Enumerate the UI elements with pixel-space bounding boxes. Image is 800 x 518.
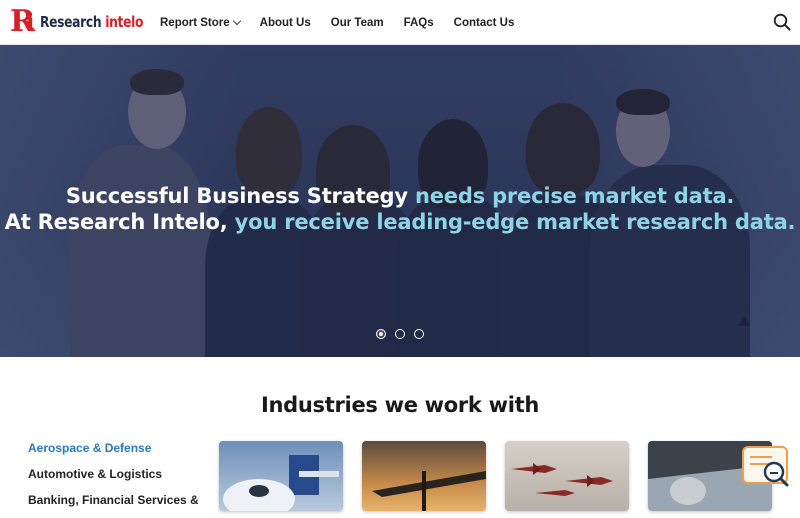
search-icon[interactable] xyxy=(773,13,791,31)
nav-faqs[interactable]: FAQs xyxy=(404,17,434,29)
chevron-down-icon xyxy=(232,16,241,26)
nav-report-store[interactable]: Report Store xyxy=(160,16,241,29)
fighter-jets-image[interactable] xyxy=(505,441,629,511)
carousel-dots xyxy=(376,329,433,339)
hero-carousel: Successful Business Strategy needs preci… xyxy=(0,45,800,357)
logo-text: Research intelo xyxy=(40,13,144,31)
research-intelo-logo[interactable]: Ri Research intelo xyxy=(10,4,166,40)
industry-automotive-logistics[interactable]: Automotive & Logistics xyxy=(28,466,198,492)
industry-aerospace-defense[interactable]: Aerospace & Defense xyxy=(28,440,198,466)
industry-list: Aerospace & Defense Automotive & Logisti… xyxy=(28,440,198,518)
hero-headline-line2: At Research Intelo, you receive leading-… xyxy=(4,210,796,234)
nav-contact-us[interactable]: Contact Us xyxy=(454,17,515,29)
site-header: Ri Research intelo Report Store About Us… xyxy=(0,0,800,45)
airplane-image[interactable] xyxy=(219,441,343,511)
carousel-dot-3[interactable] xyxy=(414,329,424,339)
industries-title: Industries we work with xyxy=(261,393,539,417)
scroll-arrow-icon xyxy=(738,316,750,326)
industry-banking-financial[interactable]: Banking, Financial Services & xyxy=(28,492,198,518)
nav-report-store-label: Report Store xyxy=(160,16,230,29)
nav-about-us[interactable]: About Us xyxy=(260,17,311,29)
nav-our-team[interactable]: Our Team xyxy=(331,17,384,29)
hero-headline-line1: Successful Business Strategy needs preci… xyxy=(65,184,735,208)
chat-search-icon[interactable] xyxy=(742,445,792,491)
carousel-dot-2[interactable] xyxy=(395,329,405,339)
carousel-dot-1[interactable] xyxy=(376,329,386,339)
main-nav: Report Store About Us Our Team FAQs Cont… xyxy=(160,0,534,45)
wind-turbine-image[interactable] xyxy=(362,441,486,511)
logo-mark-icon: Ri xyxy=(10,4,35,39)
